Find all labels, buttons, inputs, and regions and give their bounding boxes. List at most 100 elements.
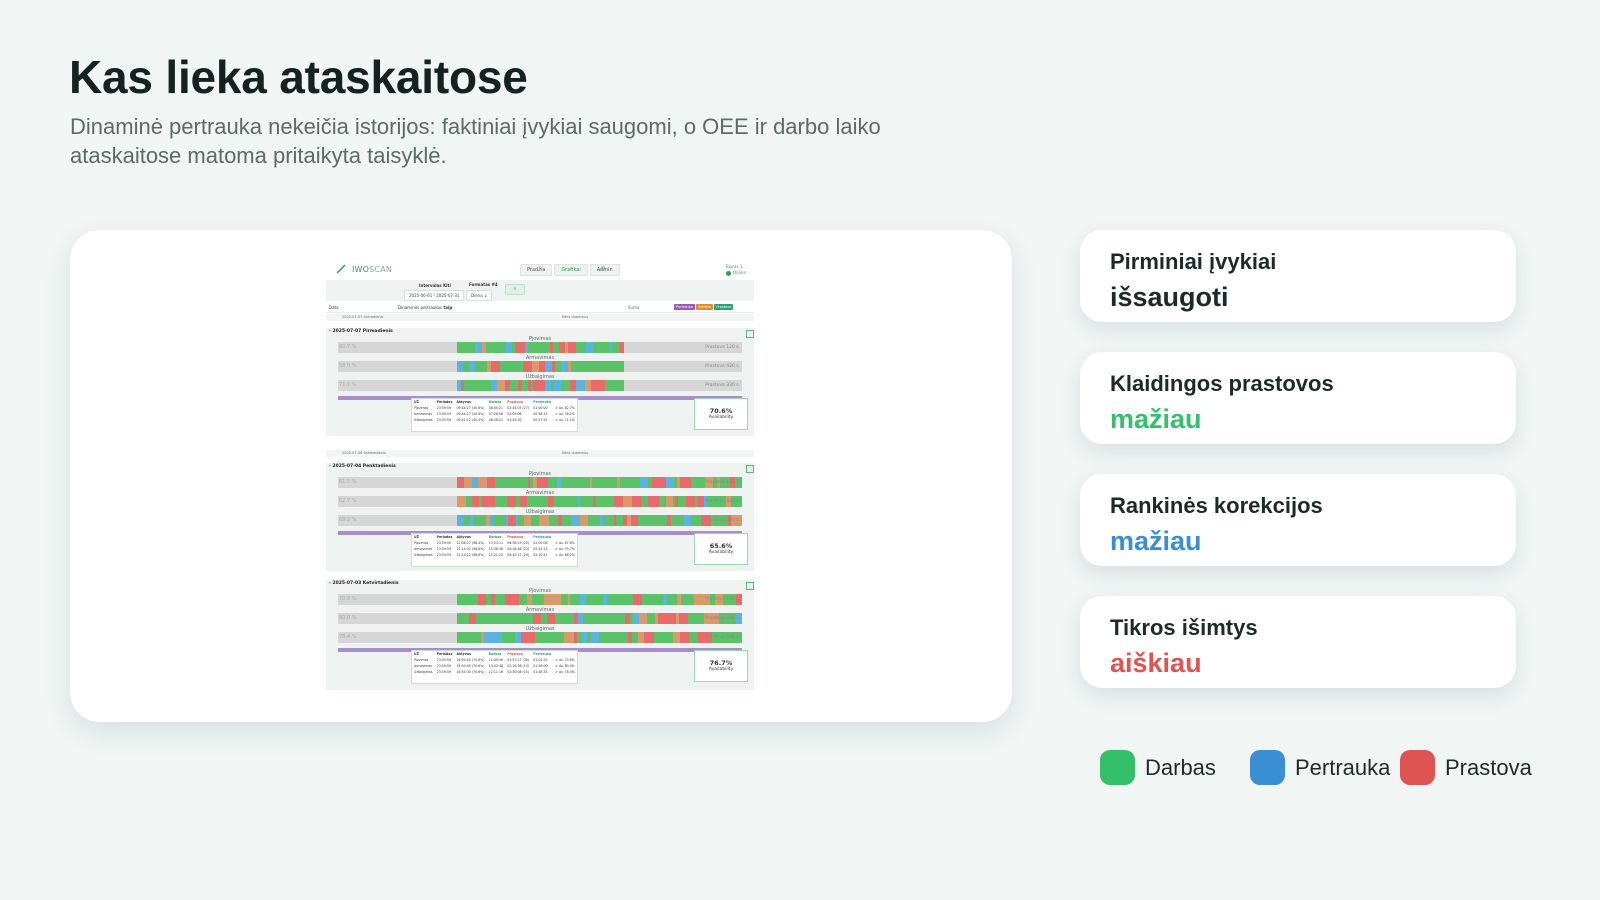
- timeline-segment: [647, 594, 654, 605]
- metric-value: mažiau: [1110, 526, 1202, 556]
- timeline-segment: [511, 613, 519, 624]
- timeline-segment: [619, 342, 624, 353]
- timeline-segment: [613, 361, 622, 372]
- timeline-segment: [527, 632, 535, 643]
- timeline-segment: [586, 496, 593, 507]
- timeline-segment: [571, 515, 580, 526]
- stats-cell: 09:41:12 (40.4%): [456, 418, 485, 422]
- table-toggle-icon[interactable]: [746, 465, 754, 473]
- timeline-segment: [457, 496, 466, 507]
- stats-cell: 16:54:30 (70.6%): [456, 670, 485, 674]
- timeline-segment: [479, 361, 487, 372]
- timeline-segment: [545, 361, 552, 372]
- format-select[interactable]: Diena ↓: [466, 290, 493, 301]
- search-button[interactable]: ⌕: [505, 284, 525, 295]
- timeline-segment: [564, 632, 574, 643]
- timeline-segment: [638, 515, 647, 526]
- day-summary-row[interactable]: 2025-07-06 Sekmadienis Nėra duomenų: [326, 450, 754, 457]
- timeline-segment: [650, 515, 658, 526]
- timeline-lane[interactable]: 60.7 % Prastova 120 s.: [338, 342, 742, 353]
- day-title: - 2025-07-04 Penktadienis: [329, 464, 396, 469]
- timeline-segment: [619, 632, 626, 643]
- logo-mark-icon: [336, 264, 346, 274]
- timeline-segment: [680, 632, 689, 643]
- lane-downtime-threshold: Prastova 420 s.: [705, 616, 740, 621]
- stats-cell: 01:44:50: [507, 418, 522, 422]
- nav-tab-charts[interactable]: Grafikai: [554, 264, 588, 276]
- metric-label: Pirminiai įvykiai: [1110, 249, 1277, 274]
- stats-table: UŽ Periodas Aktyvus Darbas Prastova Pertrauka…: [411, 650, 578, 684]
- lane-percent: 78.4 %: [339, 634, 357, 640]
- table-toggle-icon[interactable]: [746, 582, 754, 590]
- timeline-segment: [541, 477, 548, 488]
- nav-tab-home[interactable]: Pradžia: [520, 264, 553, 276]
- timeline-segment: [694, 594, 701, 605]
- timeline-segment: [605, 380, 612, 391]
- availability-box: 76.7% Availability: [694, 650, 748, 682]
- timeline-segment: [469, 613, 476, 624]
- day-summary-row[interactable]: 2025-07-07 Antradienis Nėra duomenų: [326, 314, 754, 321]
- interval-input[interactable]: 2025-06-01 - 2025-07-31: [404, 290, 465, 301]
- timeline-segment: [666, 496, 673, 507]
- timeline-segment: [623, 496, 632, 507]
- timeline-segment: [499, 342, 506, 353]
- user-status[interactable]: Biuras 1 Online: [726, 264, 746, 276]
- day-card: - 2025-07-04 Penktadienis Pjovimas 61.5 %…: [326, 463, 754, 571]
- lane-downtime-threshold: Prastova 330 s.: [705, 635, 740, 640]
- stats-table: UŽ Periodas Aktyvus Darbas Prastova Pertrauka…: [411, 398, 578, 432]
- timeline-lane[interactable]: 68.2 % Prastova 330 s.: [338, 515, 742, 526]
- stats-cell: 23:59:59: [436, 418, 451, 422]
- timeline-segment: [509, 361, 517, 372]
- app-logo: IWOSCAN: [352, 265, 393, 274]
- timeline-segment: [464, 632, 473, 643]
- timeline-segment: [522, 613, 529, 624]
- legend-tags: Pertrauka Sutrikai Prastova: [674, 304, 734, 310]
- timeline-segment: [631, 515, 638, 526]
- stats-cell: ✔ Av. 71.1%: [555, 418, 575, 422]
- timeline-segment: [591, 380, 599, 391]
- timeline-segment: [654, 632, 663, 643]
- lane-percent: 71.1 %: [339, 382, 357, 388]
- timeline-lane[interactable]: 80.0 % Prastova 420 s.: [338, 613, 742, 624]
- timeline-segment: [562, 477, 571, 488]
- timeline-segment: [681, 594, 689, 605]
- timeline-segment: [561, 361, 568, 372]
- timeline-segment: [591, 632, 599, 643]
- table-toggle-icon[interactable]: [746, 330, 754, 338]
- lane-percent: 80.0 %: [339, 615, 357, 621]
- timeline-segment: [457, 515, 464, 526]
- timeline-segment: [633, 594, 642, 605]
- timeline-lane[interactable]: 70.8 % Prastova 120 s.: [338, 594, 742, 605]
- timeline-segment: [508, 515, 516, 526]
- timeline-segment: [554, 380, 561, 391]
- metric-value: mažiau: [1110, 404, 1202, 434]
- timeline-segment: [571, 361, 580, 372]
- timeline-segment: [500, 361, 509, 372]
- timeline-segment: [652, 477, 661, 488]
- timeline-segment: [663, 632, 671, 643]
- timeline-segment: [464, 477, 472, 488]
- timeline-segment: [677, 515, 684, 526]
- timeline-segment: [741, 477, 742, 488]
- timeline-segment: [495, 477, 502, 488]
- timeline-lane[interactable]: 62.7 % Prastova 420 s.: [338, 496, 742, 507]
- timeline-segment: [604, 613, 613, 624]
- timeline-segment: [539, 515, 549, 526]
- timeline-segment: [471, 594, 478, 605]
- timeline-segment: [659, 496, 666, 507]
- timeline-segment: [673, 632, 680, 643]
- day-card: - 2025-07-07 Pirmadienis Pjovimas 60.7 % P…: [326, 328, 754, 436]
- timeline-lane[interactable]: 71.1 % Prastova 330 s.: [338, 380, 742, 391]
- timeline-segment: [537, 632, 547, 643]
- timeline-segment: [662, 613, 669, 624]
- timeline-segment: [510, 594, 519, 605]
- metric-card-manual-corrections: Rankinės korekcijos mažiau: [1080, 474, 1516, 566]
- timeline-lane[interactable]: 58.0 % Prastova 420 s.: [338, 361, 742, 372]
- legend-label: Pertrauka: [1295, 754, 1391, 780]
- timeline-lane[interactable]: 61.5 % Prastova 120 s.: [338, 477, 742, 488]
- gear-icon[interactable]: ⚙: [600, 265, 606, 273]
- timeline-segment: [532, 361, 539, 372]
- timeline-segment: [583, 613, 590, 624]
- timeline-lane[interactable]: 78.4 % Prastova 330 s.: [338, 632, 742, 643]
- timeline-segment: [495, 594, 505, 605]
